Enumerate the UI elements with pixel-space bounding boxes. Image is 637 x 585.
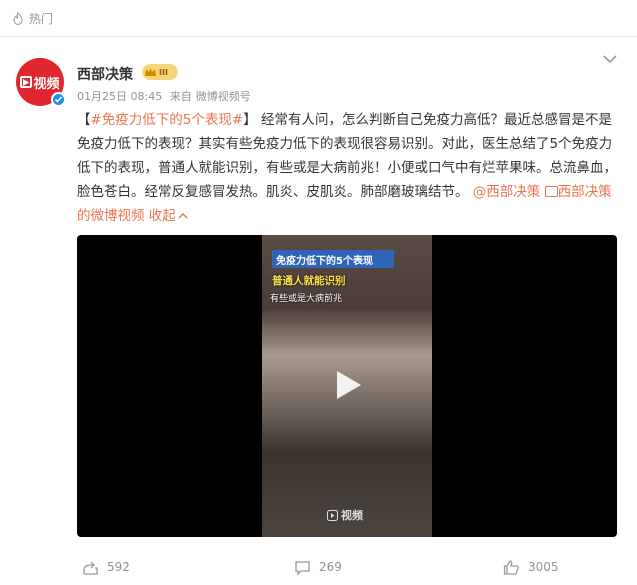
verified-badge-icon bbox=[51, 92, 66, 107]
repost-icon bbox=[83, 561, 98, 575]
like-button[interactable]: 3005 bbox=[503, 552, 559, 582]
play-icon[interactable] bbox=[329, 367, 365, 403]
hashtag-link[interactable]: #免疫力低下的5个表现# bbox=[91, 112, 244, 128]
video-caption-line2: 普通人就能识别 bbox=[272, 275, 346, 287]
video-caption-line3: 有些或是大病前兆 bbox=[270, 294, 343, 304]
video-logo-icon bbox=[20, 76, 33, 88]
video-caption-title: 免疫力低下的5个表现 bbox=[272, 250, 394, 268]
video-watermark: 视频 bbox=[327, 507, 363, 523]
chevron-up-icon bbox=[178, 213, 188, 219]
action-bar: 592 269 3005 bbox=[0, 552, 637, 582]
video-link-icon bbox=[544, 186, 558, 197]
fire-icon bbox=[13, 11, 23, 25]
hot-label: 热门 bbox=[29, 11, 54, 26]
author-name[interactable]: 西部决策 bbox=[77, 64, 133, 84]
mention-link[interactable]: @西部决策 bbox=[473, 184, 541, 200]
like-count: 3005 bbox=[528, 560, 559, 574]
repost-count: 592 bbox=[107, 560, 130, 574]
hot-section-header: 热门 bbox=[0, 0, 637, 37]
source-prefix: 来自 bbox=[169, 90, 192, 103]
post-source[interactable]: 微博视频号 bbox=[196, 90, 251, 103]
bracket-close: 】 bbox=[243, 112, 257, 128]
crown-icon bbox=[145, 67, 156, 76]
thumbs-up-icon bbox=[503, 559, 519, 575]
comment-count: 269 bbox=[319, 560, 342, 574]
post-meta: 01月25日 08:45 来自 微博视频号 bbox=[77, 88, 255, 104]
post-date[interactable]: 01月25日 08:45 bbox=[77, 90, 162, 103]
comment-button[interactable]: 269 bbox=[294, 552, 342, 582]
collapse-label: 收起 bbox=[148, 208, 176, 224]
member-badge[interactable]: III bbox=[142, 64, 178, 80]
comment-icon bbox=[295, 560, 310, 576]
avatar-text: 视频 bbox=[33, 76, 60, 92]
post-text: 【#免疫力低下的5个表现#】 经常有人问，怎么判断自己免疫力高低？最近总感冒是不… bbox=[77, 108, 617, 228]
video-logo-icon bbox=[327, 509, 338, 521]
video-player[interactable]: 免疫力低下的5个表现 普通人就能识别 有些或是大病前兆 视频 bbox=[77, 235, 617, 537]
badge-level: III bbox=[159, 67, 168, 77]
chevron-down-icon[interactable] bbox=[601, 52, 619, 66]
watermark-text: 视频 bbox=[341, 509, 363, 522]
repost-button[interactable]: 592 bbox=[82, 552, 130, 582]
bracket-open: 【 bbox=[77, 112, 91, 128]
collapse-link[interactable]: 收起 bbox=[149, 208, 188, 224]
